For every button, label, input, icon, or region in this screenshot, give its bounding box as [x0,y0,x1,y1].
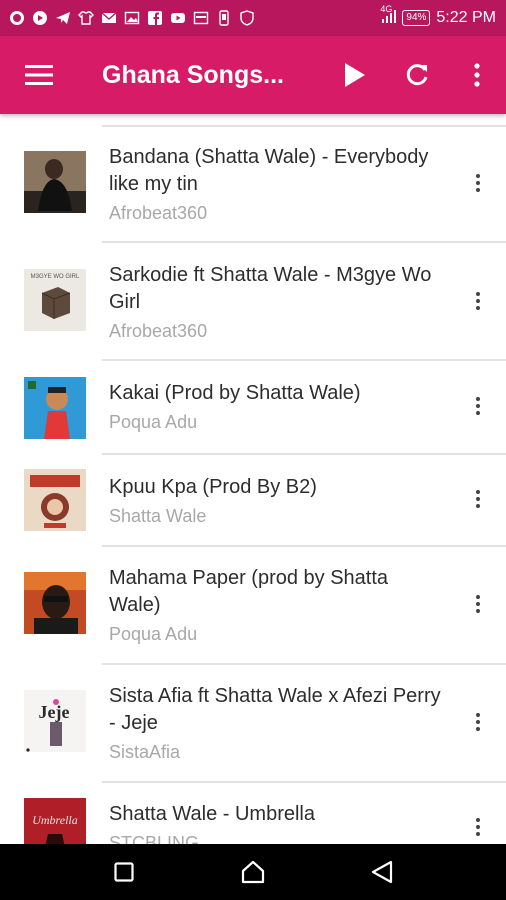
song-artist: Shatta Wale [109,506,207,526]
facebook-icon [146,9,164,27]
list-item[interactable]: Mahama Paper (prod by Shatta Wale) Poqua… [109,565,442,646]
song-title: Sarkodie ft Shatta Wale - M3gye Wo Girl [109,264,432,313]
song-title: Bandana (Shatta Wale) - Everybody like m… [109,146,429,195]
song-thumbnail: Umbrella [24,798,86,844]
song-title: Shatta Wale - Umbrella [109,803,315,825]
song-title: Kakai (Prod by Shatta Wale) [109,382,361,404]
more-vert-icon[interactable] [468,286,488,316]
home-icon[interactable] [223,844,283,900]
song-thumbnail [24,377,86,439]
song-title: Sista Afia ft Shatta Wale x Afezi Perry … [109,685,441,734]
telegram-icon [54,9,72,27]
clock: 5:22 PM [436,9,496,26]
svg-text:M3GYE WO GIRL: M3GYE WO GIRL [31,274,80,280]
divider [102,663,506,665]
list-item[interactable]: Kpuu Kpa (Prod By B2) Shatta Wale [109,474,442,528]
calendar-icon [192,9,210,27]
refresh-icon[interactable] [386,36,448,114]
more-vert-icon[interactable] [468,391,488,421]
more-vert-icon[interactable] [468,812,488,842]
more-vert-icon[interactable] [468,707,488,737]
list-item[interactable]: Shatta Wale - Umbrella STCBLING [109,801,442,844]
more-vert-icon[interactable] [448,36,506,114]
list-item[interactable]: Kakai (Prod by Shatta Wale) Poqua Adu [109,380,442,434]
divider [102,359,506,361]
song-artist: Afrobeat360 [109,203,208,223]
square-icon[interactable] [94,844,154,900]
list-item[interactable]: Bandana (Shatta Wale) - Everybody like m… [109,144,442,225]
song-thumbnail: M3GYE WO GIRL [24,269,86,331]
status-right: 4G 94% 5:22 PM [380,4,496,27]
song-artist: Poqua Adu [109,412,198,432]
youtube-icon [31,9,49,27]
shirt-icon [77,9,95,27]
shield-icon [238,9,256,27]
signal-icon: 4G [380,4,397,26]
song-artist: STCBLING [109,833,200,844]
list-item[interactable]: Sista Afia ft Shatta Wale x Afezi Perry … [109,683,442,764]
notification-icons [8,9,380,27]
svg-text:Jeje: Jeje [39,702,70,722]
song-title: Mahama Paper (prod by Shatta Wale) [109,567,389,616]
more-vert-icon[interactable] [468,589,488,619]
song-artist: SistaAfia [109,742,181,762]
divider [102,781,506,783]
battery-icon: 94% [402,10,431,26]
network-type: 4G [380,4,393,14]
divider [102,453,506,455]
navigation-bar [0,844,506,900]
song-list[interactable]: Bandana (Shatta Wale) - Everybody like m… [0,114,506,844]
back-triangle-icon[interactable] [352,844,412,900]
play-icon[interactable] [324,36,386,114]
app-bar: Ghana Songs... [0,36,506,114]
svg-text:Umbrella: Umbrella [32,813,78,827]
song-thumbnail [24,469,86,531]
hamburger-icon[interactable] [0,36,78,114]
more-vert-icon[interactable] [468,168,488,198]
song-artist: Afrobeat360 [109,321,208,341]
song-thumbnail: Jeje [24,690,86,752]
divider [102,125,506,127]
song-title: Kpuu Kpa (Prod By B2) [109,476,317,498]
list-item[interactable]: Sarkodie ft Shatta Wale - M3gye Wo Girl … [109,262,442,343]
whatsapp-icon [8,9,26,27]
song-thumbnail [24,572,86,634]
status-bar: 4G 94% 5:22 PM [0,0,506,36]
battery-level: 94% [406,12,427,23]
divider [102,545,506,547]
image-icon [123,9,141,27]
song-artist: Poqua Adu [109,624,198,644]
song-thumbnail [24,151,86,213]
app-title: Ghana Songs... [102,60,284,89]
mail-icon [100,9,118,27]
more-vert-icon[interactable] [468,484,488,514]
divider [102,241,506,243]
youtube-icon [169,9,187,27]
phone-icon [215,9,233,27]
